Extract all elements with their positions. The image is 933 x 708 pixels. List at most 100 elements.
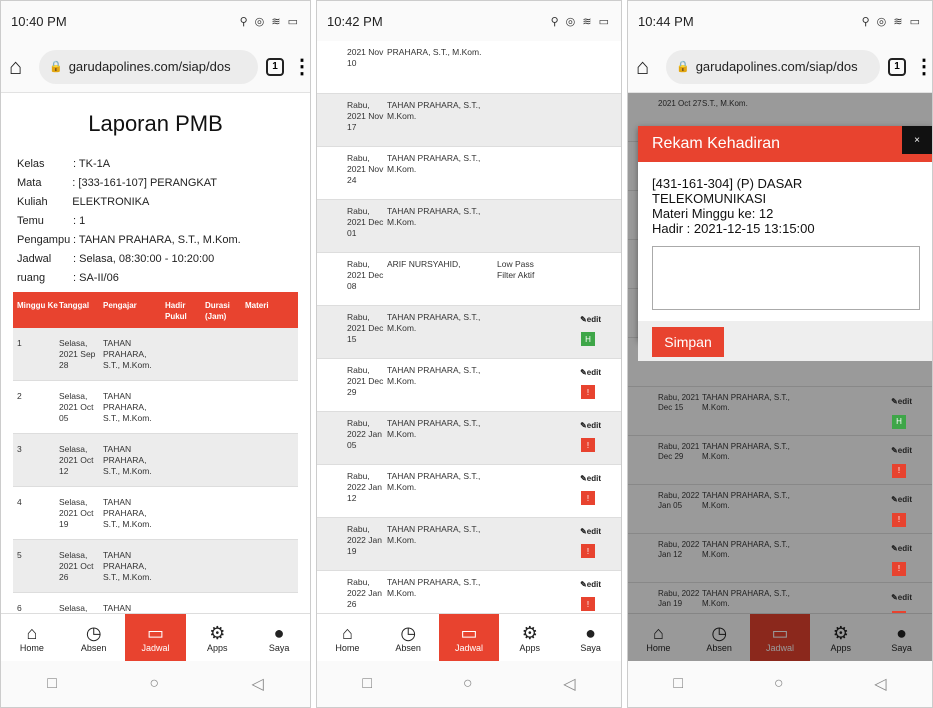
edit-link[interactable]: ✎edit — [580, 526, 601, 537]
edit-link[interactable]: ✎edit — [891, 495, 912, 505]
nav-item-apps[interactable]: ⚙ Apps — [499, 614, 560, 661]
notes-input[interactable] — [652, 246, 920, 310]
phone-screen-3: 10:44 PM ⚲ ◎ ≋ ▭ ⌂ 🔒 garudapolines.com/si… — [627, 0, 933, 708]
nav-item-home[interactable]: ⌂ Home — [317, 614, 378, 661]
nav-item-saya[interactable]: ● Saya — [871, 614, 932, 661]
week-line: Materi Minggu ke: 12 — [652, 206, 774, 221]
materi-cell — [812, 589, 852, 615]
column-header: Minggu Ke — [17, 301, 58, 310]
teacher-cell: TAHAN PRAHARA, S.T., M.Kom. — [702, 393, 790, 412]
close-icon[interactable]: × — [902, 126, 932, 154]
home-icon[interactable]: ⌂ — [9, 54, 31, 80]
table-row: 1 Selasa, 2021 Sep 28 TAHAN PRAHARA, S.T.,… — [13, 328, 298, 381]
nav-item-absen[interactable]: ◷ Absen — [63, 614, 125, 661]
nav-item-home[interactable]: ⌂ Home — [1, 614, 63, 661]
nav-item-apps[interactable]: ⚙ Apps — [186, 614, 248, 661]
nav-label: Apps — [519, 642, 541, 653]
back-icon[interactable]: ◁ — [563, 674, 575, 694]
edit-link[interactable]: ✎edit — [580, 420, 601, 431]
nav-label: Absen — [80, 642, 107, 653]
menu-icon[interactable]: ⋮ — [292, 54, 310, 79]
class-info: Kelas: TK-1A Mata Kuliah: [333-161-107] P… — [1, 155, 310, 288]
browser-bar: ⌂ 🔒 garudapolines.com/siap/dos 1 ⋮ — [1, 41, 310, 93]
home-icon: ⌂ — [26, 622, 38, 643]
back-icon[interactable]: ◁ — [251, 674, 263, 694]
materi-cell — [812, 540, 852, 582]
edit-label: edit — [586, 527, 601, 536]
status-badge[interactable]: H — [581, 332, 595, 346]
teacher-cell: PRAHARA, S.T., M.Kom. — [387, 47, 482, 57]
nav-item-saya[interactable]: ● Saya — [560, 614, 621, 661]
table-row: 3 Selasa, 2021 Oct 12 TAHAN PRAHARA, S.T.,… — [13, 434, 298, 487]
nav-label: Absen — [706, 642, 732, 653]
recents-icon[interactable]: □ — [47, 675, 57, 693]
list-item: Rabu, 2022 Jan 19 TAHAN PRAHARA, S.T., M.… — [317, 518, 621, 571]
status-badge[interactable]: ! — [581, 544, 595, 558]
status-badge[interactable]: ! — [581, 491, 595, 505]
status-bar: 10:44 PM ⚲ ◎ ≋ ▭ — [628, 1, 932, 41]
home-circle-icon[interactable]: ○ — [774, 675, 784, 693]
edit-link[interactable]: ✎edit — [580, 579, 601, 590]
recents-icon[interactable]: □ — [362, 675, 372, 693]
status-badge[interactable]: ! — [892, 464, 906, 478]
status-badge[interactable]: ! — [581, 597, 595, 611]
url-field[interactable]: 🔒 garudapolines.com/siap/dos — [39, 49, 258, 84]
nav-item-jadwal[interactable]: ▭ Jadwal — [438, 614, 500, 661]
tabs-button[interactable]: 1 — [266, 57, 284, 76]
status-badge[interactable]: H — [892, 415, 906, 429]
nav-label: Home — [19, 642, 44, 653]
edit-link[interactable]: ✎edit — [580, 314, 601, 325]
pencil-icon: ✎ — [580, 580, 587, 589]
gears-icon: ⚙ — [209, 622, 226, 643]
home-circle-icon[interactable]: ○ — [463, 675, 473, 693]
list-item: 2021 Nov 10 PRAHARA, S.T., M.Kom. — [317, 41, 621, 94]
nav-label: Saya — [268, 642, 290, 653]
url-field[interactable]: 🔒 garudapolines.com/siap/dos — [666, 49, 880, 84]
edit-link[interactable]: ✎edit — [580, 367, 601, 378]
materi-cell — [497, 47, 537, 93]
modal-footer: Simpan — [638, 321, 932, 361]
edit-link[interactable]: ✎edit — [891, 397, 912, 407]
back-icon[interactable]: ◁ — [874, 674, 886, 694]
nav-item-absen[interactable]: ◷ Absen — [378, 614, 439, 661]
menu-icon[interactable]: ⋮ — [914, 54, 932, 79]
edit-link[interactable]: ✎edit — [891, 446, 912, 456]
materi-cell — [497, 524, 537, 570]
nav-item-jadwal[interactable]: ▭ Jadwal — [124, 614, 187, 661]
nav-item-jadwal[interactable]: ▭ Jadwal — [749, 614, 811, 661]
column-header: Hadir Pukul — [165, 301, 187, 321]
tabs-button[interactable]: 1 — [888, 57, 906, 76]
info-row: Mata Kuliah: [333-161-107] PERANGKAT ELE… — [17, 174, 294, 212]
nav-item-apps[interactable]: ⚙ Apps — [810, 614, 871, 661]
status-badge[interactable]: ! — [892, 562, 906, 576]
pencil-icon: ✎ — [891, 397, 898, 406]
date-cell: Selasa, 2021 Oct 12 — [59, 444, 94, 476]
page-title: Laporan PMB — [88, 111, 223, 136]
edit-link[interactable]: ✎edit — [580, 473, 601, 484]
status-badge[interactable]: ! — [581, 385, 595, 399]
info-value: : 1 — [73, 215, 86, 227]
nav-item-home[interactable]: ⌂ Home — [628, 614, 689, 661]
materi-cell — [497, 153, 537, 199]
status-badge[interactable]: ! — [581, 438, 595, 452]
date-cell: Rabu, 2021 Dec 08 — [347, 259, 384, 291]
column-header: Tanggal — [59, 301, 90, 310]
week-cell: 2 — [17, 391, 22, 401]
nav-item-saya[interactable]: ● Saya — [248, 614, 310, 661]
status-badge[interactable]: ! — [892, 513, 906, 527]
lock-icon: 🔒 — [49, 61, 63, 73]
materi-cell — [812, 442, 852, 484]
date-cell: Selasa, 2021 Oct 19 — [59, 497, 94, 529]
home-icon[interactable]: ⌂ — [636, 54, 658, 80]
teacher-cell: TAHAN PRAHARA, S.T., M.Kom. — [702, 491, 790, 510]
nav-label: Absen — [395, 642, 421, 653]
edit-label: edit — [897, 495, 912, 504]
clock-icon: ◷ — [85, 622, 102, 643]
edit-link[interactable]: ✎edit — [891, 593, 912, 603]
user-cog-icon: ● — [585, 622, 597, 643]
home-circle-icon[interactable]: ○ — [149, 675, 159, 693]
edit-link[interactable]: ✎edit — [891, 544, 912, 554]
nav-item-absen[interactable]: ◷ Absen — [689, 614, 750, 661]
save-button[interactable]: Simpan — [652, 327, 724, 357]
recents-icon[interactable]: □ — [673, 675, 683, 693]
